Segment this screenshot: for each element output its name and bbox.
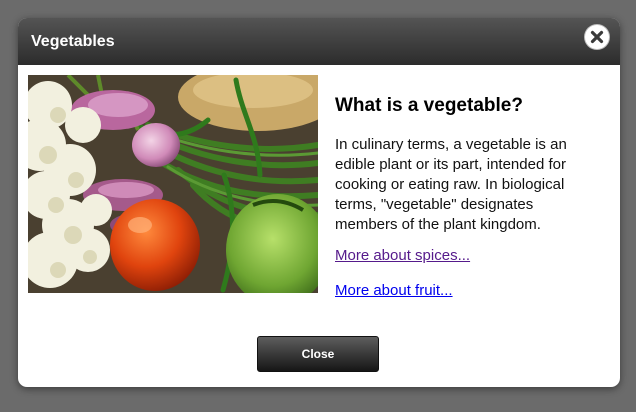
more-about-fruit-link[interactable]: More about fruit... xyxy=(335,282,453,300)
vegetables-photo xyxy=(28,75,318,293)
content-heading: What is a vegetable? xyxy=(335,95,523,116)
dialog-title: Vegetables xyxy=(31,33,115,50)
dialog: Vegetables What is a vegetable? In culin… xyxy=(18,18,620,387)
dialog-titlebar: Vegetables xyxy=(18,18,620,65)
content-paragraph: In culinary terms, a vegetable is an edi… xyxy=(335,136,567,233)
more-about-spices-link[interactable]: More about spices... xyxy=(335,247,470,265)
close-button[interactable]: Close xyxy=(257,336,379,372)
close-icon[interactable] xyxy=(585,25,609,49)
